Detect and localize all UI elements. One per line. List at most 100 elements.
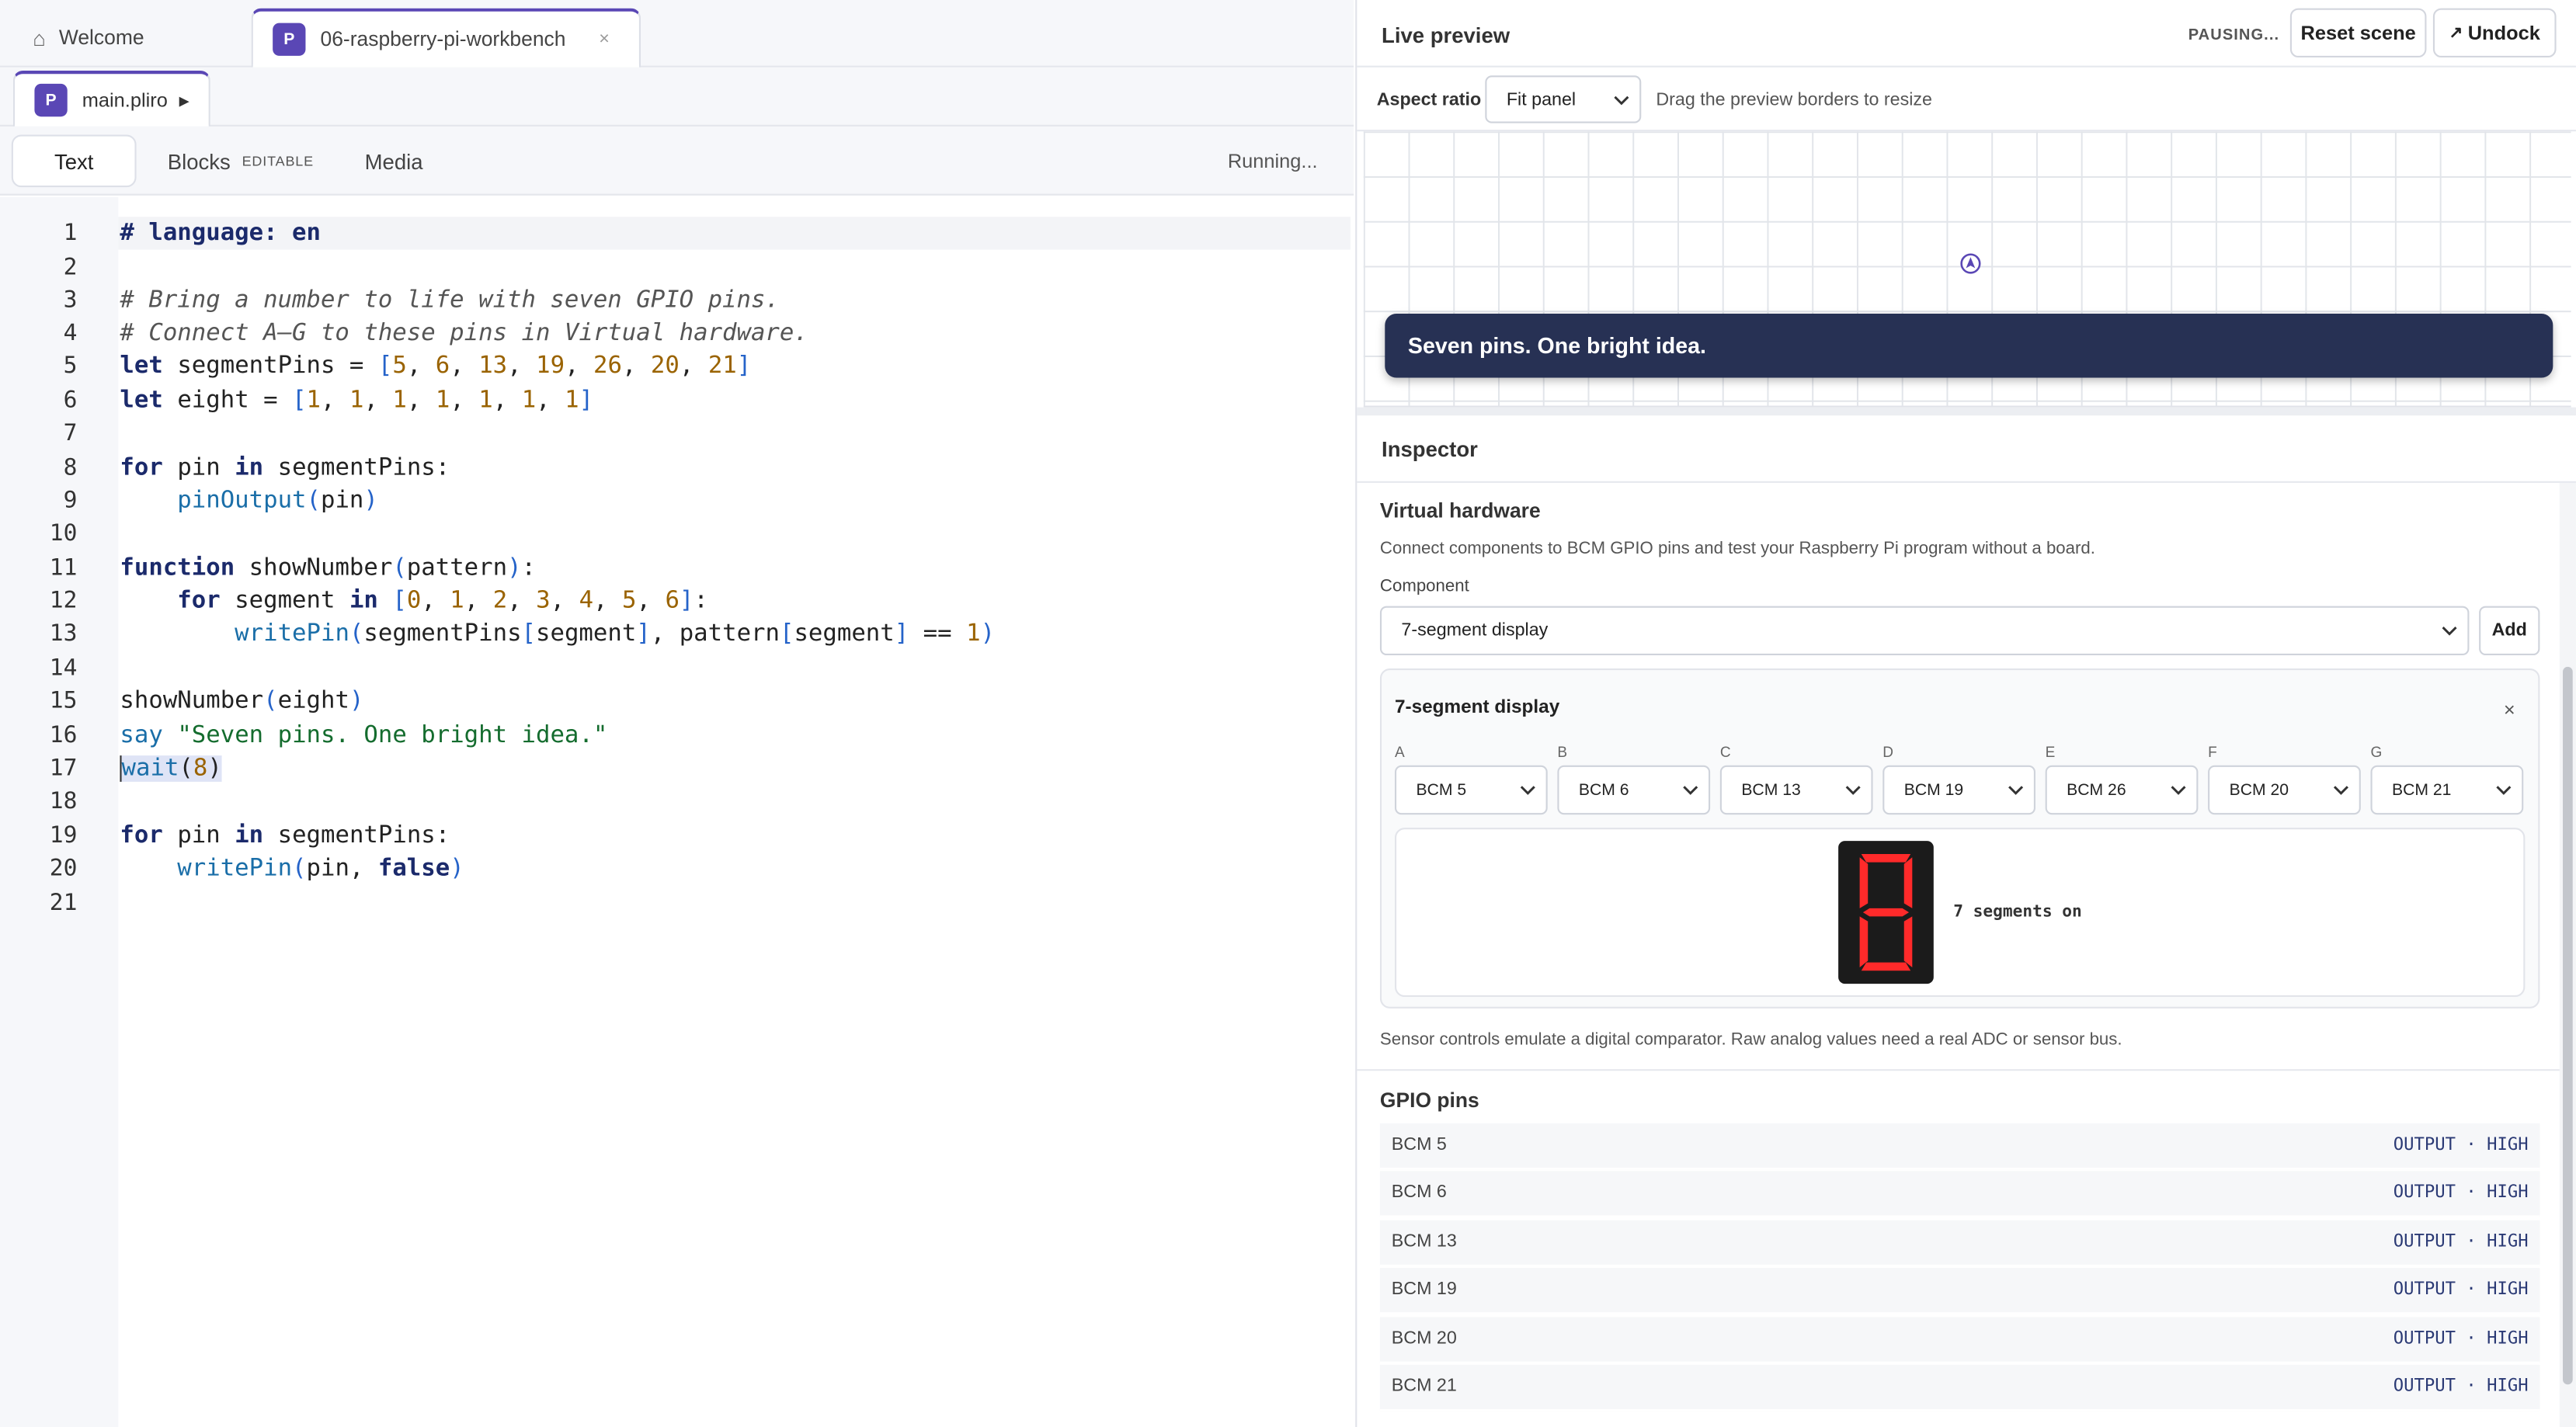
close-tab-icon[interactable]: × <box>599 30 610 49</box>
code-line: # Bring a number to life with seven GPIO… <box>120 287 780 314</box>
code-line: for pin in segmentPins: <box>120 454 450 481</box>
pin-select-f[interactable]: BCM 20 <box>2208 765 2361 815</box>
gpio-row: BCM 19 OUTPUT · HIGH <box>1379 1268 2540 1314</box>
pin-select-c[interactable]: BCM 13 <box>1719 765 1873 815</box>
undock-label: Undock <box>2467 21 2540 45</box>
tab-workbench-label: 06-raspberry-pi-workbench <box>320 27 566 51</box>
pin-select-b[interactable]: BCM 6 <box>1557 765 1711 815</box>
file-name: main.pliro <box>82 89 168 112</box>
line-number: 13 <box>49 620 78 648</box>
file-tab-bar: P main.pliro ▶ <box>0 67 1354 127</box>
aspect-ratio-select[interactable]: Fit panel <box>1485 75 1642 123</box>
pin-label-c: C <box>1719 744 1731 761</box>
pin-select-d[interactable]: BCM 19 <box>1882 765 2035 815</box>
preview-status: PAUSING... <box>2188 26 2280 45</box>
line-number: 6 <box>63 387 78 415</box>
pin-label-e: E <box>2045 744 2056 761</box>
undock-button[interactable]: ↗ Undock <box>2432 8 2557 58</box>
chevron-down-icon <box>2008 786 2024 795</box>
line-number: 9 <box>63 488 78 515</box>
line-number: 11 <box>49 555 78 582</box>
line-number: 18 <box>49 788 78 815</box>
virtual-hardware-description: Connect components to BCM GPIO pins and … <box>1379 538 2095 559</box>
mode-text-label: Text <box>54 148 94 174</box>
project-badge-icon: P <box>273 23 306 56</box>
chevron-down-icon <box>2442 627 2457 636</box>
gpio-pin-state: OUTPUT · HIGH <box>2393 1134 2529 1155</box>
pin-label-f: F <box>2208 744 2217 761</box>
seg-g <box>1862 908 1910 917</box>
mode-bar: Text Blocks EDITABLE Media Running... <box>0 126 1354 196</box>
pin-select-value: BCM 20 <box>2229 780 2289 800</box>
remove-component-icon[interactable]: × <box>2504 698 2515 721</box>
line-number: 10 <box>49 520 78 547</box>
chevron-down-icon <box>1845 786 1861 795</box>
segment-display-preview: 7 segments on <box>1394 828 2526 998</box>
seg-c <box>1903 916 1913 967</box>
chevron-down-icon <box>2171 786 2186 795</box>
chevron-down-icon <box>1614 95 1629 105</box>
mode-tab-blocks[interactable]: Blocks EDITABLE <box>168 134 314 187</box>
pin-select-value: BCM 5 <box>1416 780 1467 800</box>
component-card-title: 7-segment display <box>1394 698 1560 718</box>
pin-label-a: A <box>1394 744 1405 761</box>
panel-splitter[interactable] <box>1357 407 2576 416</box>
mode-blocks-label: Blocks <box>167 148 231 174</box>
component-label: Component <box>1379 576 1469 596</box>
line-number: 7 <box>63 420 78 447</box>
mode-tab-media[interactable]: Media <box>365 134 423 187</box>
scrollbar-thumb[interactable] <box>2563 666 2573 1385</box>
gpio-pin-name: BCM 13 <box>1391 1231 1457 1252</box>
line-number: 17 <box>49 755 78 782</box>
document-tab-bar: ⌂ Welcome P 06-raspberry-pi-workbench × <box>0 0 1354 68</box>
gpio-row: BCM 6 OUTPUT · HIGH <box>1379 1172 2540 1218</box>
sensor-note: Sensor controls emulate a digital compar… <box>1379 1029 2122 1050</box>
mode-media-label: Media <box>364 148 423 174</box>
aspect-ratio-value: Fit panel <box>1506 89 1577 109</box>
gpio-pin-state: OUTPUT · HIGH <box>2393 1279 2529 1300</box>
play-icon[interactable]: ▶ <box>179 93 189 108</box>
preview-header: Live preview PAUSING... Reset scene ↗ Und… <box>1357 0 2576 68</box>
seg-f <box>1859 857 1869 908</box>
pin-select-e[interactable]: BCM 26 <box>2045 765 2199 815</box>
editor-pane: ⌂ Welcome P 06-raspberry-pi-workbench × … <box>0 0 1354 1427</box>
editable-tag: EDITABLE <box>242 152 314 169</box>
component-value: 7-segment display <box>1401 620 1549 641</box>
code-editor[interactable]: 1 2 3 4 5 6 7 8 9 10 11 12 13 14 15 16 17 18 19 20 21 # lang… <box>0 196 1354 1427</box>
seg-a <box>1861 854 1911 863</box>
divider <box>1357 1069 2560 1071</box>
app-window: ⌂ Welcome P 06-raspberry-pi-workbench × … <box>0 0 2576 1427</box>
pin-select-value: BCM 19 <box>1903 780 1964 800</box>
seg-d <box>1861 962 1911 971</box>
chevron-down-icon <box>2333 786 2348 795</box>
code-line: pinOutput(pin) <box>177 488 378 515</box>
mode-tab-text[interactable]: Text <box>11 134 137 188</box>
code-line: writePin(pin, false) <box>177 856 464 882</box>
pin-label-d: D <box>1882 744 1893 761</box>
tab-workbench[interactable]: P 06-raspberry-pi-workbench × <box>251 8 641 68</box>
reset-scene-button[interactable]: Reset scene <box>2289 8 2427 58</box>
virtual-hardware-title: Virtual hardware <box>1379 499 1541 523</box>
file-tab-main[interactable]: P main.pliro ▶ <box>12 70 210 127</box>
inspector-header: Inspector <box>1357 415 2576 483</box>
gpio-pin-state: OUTPUT · HIGH <box>2393 1376 2529 1397</box>
segments-on-text: 7 segments on <box>1953 903 2082 922</box>
add-component-button[interactable]: Add <box>2479 606 2540 656</box>
pin-select-a[interactable]: BCM 5 <box>1394 765 1548 815</box>
code-line: function showNumber(pattern): <box>120 555 537 582</box>
code-line: let eight = [1, 1, 1, 1, 1, 1, 1] <box>120 387 594 415</box>
gpio-row: BCM 21 OUTPUT · HIGH <box>1379 1364 2540 1411</box>
component-select[interactable]: 7-segment display <box>1379 606 2470 656</box>
gpio-row: BCM 13 OUTPUT · HIGH <box>1379 1220 2540 1266</box>
tab-welcome[interactable]: ⌂ Welcome <box>33 9 144 68</box>
pin-select-g[interactable]: BCM 21 <box>2370 765 2524 815</box>
gpio-pin-name: BCM 5 <box>1391 1134 1447 1155</box>
line-number: 1 <box>63 220 78 247</box>
seg-b <box>1903 857 1913 908</box>
line-number: 3 <box>63 287 78 314</box>
code-line: for segment in [0, 1, 2, 3, 4, 5, 6]: <box>177 588 708 615</box>
gpio-pin-name: BCM 19 <box>1391 1279 1457 1300</box>
gpio-pins-title: GPIO pins <box>1379 1088 1479 1113</box>
speech-bubble: Seven pins. One bright idea. <box>1385 314 2553 378</box>
line-number: 19 <box>49 822 78 849</box>
